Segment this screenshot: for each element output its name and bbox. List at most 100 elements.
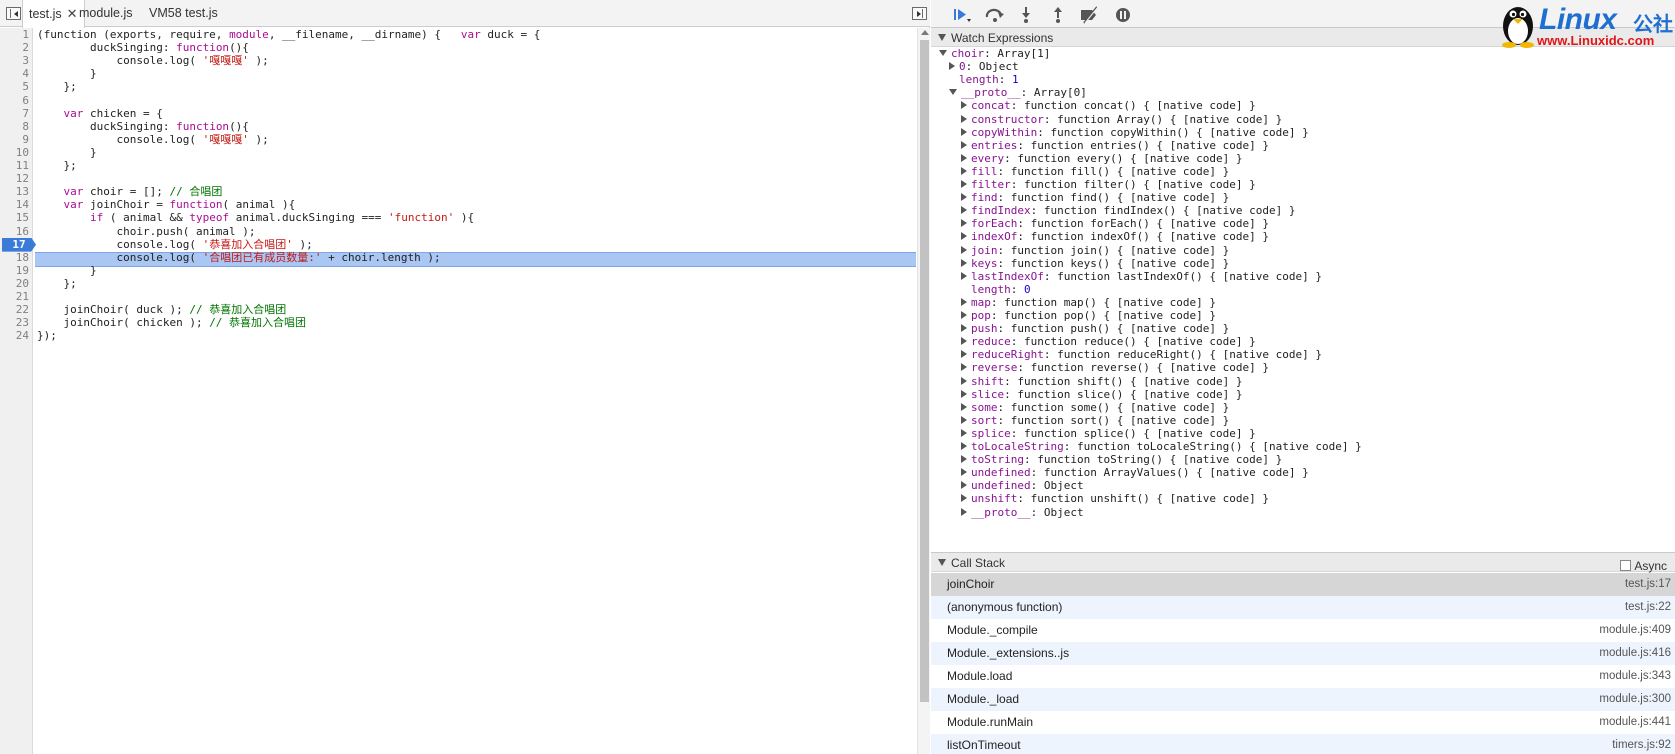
- collapsed-triangle-icon[interactable]: [961, 402, 967, 411]
- collapsed-triangle-icon[interactable]: [961, 206, 967, 215]
- line-number[interactable]: 7: [0, 107, 29, 121]
- line-number[interactable]: 9: [0, 133, 29, 147]
- tab-vm58-test-js[interactable]: VM58 test.js: [143, 0, 224, 27]
- collapsed-triangle-icon[interactable]: [961, 494, 967, 503]
- proto-property[interactable]: unshift: function unshift() { [native co…: [961, 492, 1269, 506]
- proto-property[interactable]: reduceRight: function reduceRight() { [n…: [961, 348, 1322, 362]
- proto-property[interactable]: forEach: function forEach() { [native co…: [961, 217, 1269, 231]
- proto-property[interactable]: map: function map() { [native code] }: [961, 296, 1216, 310]
- collapsed-triangle-icon[interactable]: [961, 166, 967, 175]
- call-frame[interactable]: listOnTimeout timers.js:92: [931, 734, 1675, 754]
- call-frame[interactable]: (anonymous function) test.js:22: [931, 596, 1675, 619]
- collapsed-triangle-icon[interactable]: [961, 376, 967, 385]
- editor-scrollbar[interactable]: [917, 28, 930, 754]
- proto-property[interactable]: pop: function pop() { [native code] }: [961, 309, 1216, 323]
- line-number[interactable]: 3: [0, 54, 29, 68]
- line-number[interactable]: 10: [0, 146, 29, 160]
- collapsed-triangle-icon[interactable]: [961, 481, 967, 490]
- call-frame-location[interactable]: module.js:343: [1599, 665, 1671, 688]
- step-over-icon[interactable]: [984, 6, 1006, 24]
- collapsed-triangle-icon[interactable]: [961, 455, 967, 464]
- collapsed-triangle-icon[interactable]: [961, 232, 967, 241]
- proto-property[interactable]: sort: function sort() { [native code] }: [961, 414, 1229, 428]
- deactivate-breakpoints-icon[interactable]: [1079, 6, 1101, 24]
- line-number[interactable]: 18: [0, 251, 29, 265]
- scroll-up-icon[interactable]: [921, 30, 929, 35]
- call-frame-location[interactable]: test.js:22: [1625, 596, 1671, 619]
- line-number[interactable]: 19: [0, 264, 29, 278]
- call-frame[interactable]: Module.runMain module.js:441: [931, 711, 1675, 734]
- proto-property[interactable]: some: function some() { [native code] }: [961, 401, 1229, 415]
- line-number[interactable]: 16: [0, 225, 29, 239]
- collapsed-triangle-icon[interactable]: [961, 219, 967, 228]
- line-number[interactable]: 11: [0, 159, 29, 173]
- expanded-triangle-icon[interactable]: [949, 89, 957, 96]
- collapsed-triangle-icon[interactable]: [961, 324, 967, 333]
- collapsed-triangle-icon[interactable]: [961, 311, 967, 319]
- proto-property[interactable]: constructor: function Array() { [native …: [961, 113, 1282, 127]
- line-number[interactable]: 14: [0, 198, 29, 212]
- call-frame-location[interactable]: timers.js:92: [1612, 734, 1671, 754]
- proto-property[interactable]: shift: function shift() { [native code] …: [961, 375, 1243, 389]
- collapsed-triangle-icon[interactable]: [961, 389, 967, 398]
- line-number[interactable]: 1: [0, 28, 29, 42]
- line-number[interactable]: 24: [0, 329, 29, 343]
- proto-property[interactable]: filter: function filter() { [native code…: [961, 178, 1256, 192]
- collapsed-triangle-icon[interactable]: [961, 153, 967, 162]
- proto-property[interactable]: fill: function fill() { [native code] }: [961, 165, 1229, 179]
- scrollbar-thumb[interactable]: [920, 40, 929, 702]
- checkbox-icon[interactable]: [1620, 560, 1632, 571]
- call-frame-location[interactable]: test.js:17: [1625, 573, 1671, 596]
- proto-property[interactable]: undefined: function ArrayValues() { [nat…: [961, 466, 1309, 480]
- line-number[interactable]: 21: [0, 290, 29, 304]
- line-number[interactable]: 22: [0, 303, 29, 317]
- call-frame[interactable]: Module._compile module.js:409: [931, 619, 1675, 642]
- proto-property[interactable]: __proto__: Object: [961, 506, 1084, 520]
- collapsed-triangle-icon[interactable]: [961, 101, 967, 110]
- call-frame[interactable]: Module._load module.js:300: [931, 688, 1675, 711]
- proto-property[interactable]: findIndex: function findIndex() { [nativ…: [961, 204, 1296, 218]
- proto-property[interactable]: keys: function keys() { [native code] }: [961, 257, 1229, 271]
- collapsed-triangle-icon[interactable]: [961, 363, 967, 372]
- proto-property[interactable]: undefined: Object: [961, 479, 1084, 493]
- proto-property[interactable]: reduce: function reduce() { [native code…: [961, 335, 1256, 349]
- proto-property[interactable]: toString: function toString() { [native …: [961, 453, 1282, 467]
- breakpoint-line-number[interactable]: 17: [2, 237, 36, 252]
- line-number[interactable]: 20: [0, 277, 29, 291]
- collapsed-triangle-icon[interactable]: [961, 415, 967, 424]
- step-into-icon[interactable]: [1015, 6, 1037, 24]
- collapsed-triangle-icon[interactable]: [961, 350, 967, 359]
- proto-property[interactable]: slice: function slice() { [native code] …: [961, 388, 1243, 402]
- pause-on-exceptions-icon[interactable]: [1112, 6, 1134, 24]
- call-frame-location[interactable]: module.js:409: [1599, 619, 1671, 642]
- line-number[interactable]: 8: [0, 120, 29, 134]
- toggle-debugger-icon[interactable]: [912, 7, 927, 20]
- line-number[interactable]: 2: [0, 41, 29, 55]
- proto-property[interactable]: toLocaleString: function toLocaleString(…: [961, 440, 1362, 454]
- call-stack-header[interactable]: Call Stack Async: [931, 552, 1675, 573]
- proto-property[interactable]: find: function find() { [native code] }: [961, 191, 1229, 205]
- collapsed-triangle-icon[interactable]: [961, 258, 967, 267]
- toggle-navigator-icon[interactable]: [6, 7, 21, 20]
- line-number[interactable]: 15: [0, 211, 29, 225]
- collapsed-triangle-icon[interactable]: [961, 297, 967, 306]
- collapsed-triangle-icon[interactable]: [961, 193, 967, 202]
- code-editor[interactable]: 1 2 3 4 5 6 7 8 9 10 11 12 13 14 15 16 17 18 19 20 21 22 23 24 …: [0, 28, 930, 754]
- line-number[interactable]: 13: [0, 185, 29, 199]
- expanded-triangle-icon[interactable]: [939, 50, 947, 56]
- collapsed-triangle-icon[interactable]: [961, 507, 967, 516]
- collapsed-triangle-icon[interactable]: [961, 180, 967, 188]
- call-frame[interactable]: joinChoir test.js:17: [931, 573, 1675, 596]
- proto-property[interactable]: reverse: function reverse() { [native co…: [961, 361, 1269, 375]
- watch-root[interactable]: choir: Array[1]: [939, 47, 1050, 61]
- call-frame[interactable]: Module._extensions..js module.js:416: [931, 642, 1675, 665]
- proto-property[interactable]: indexOf: function indexOf() { [native co…: [961, 230, 1269, 244]
- collapsed-triangle-icon[interactable]: [961, 442, 967, 450]
- watch-property[interactable]: 0: Object: [949, 60, 1019, 74]
- line-number[interactable]: 6: [0, 94, 29, 108]
- line-number[interactable]: 5: [0, 80, 29, 94]
- proto-property[interactable]: lastIndexOf: function lastIndexOf() { [n…: [961, 270, 1322, 284]
- call-frame-location[interactable]: module.js:441: [1599, 711, 1671, 734]
- proto-property[interactable]: copyWithin: function copyWithin() { [nat…: [961, 126, 1309, 140]
- proto-property[interactable]: concat: function concat() { [native code…: [961, 99, 1256, 113]
